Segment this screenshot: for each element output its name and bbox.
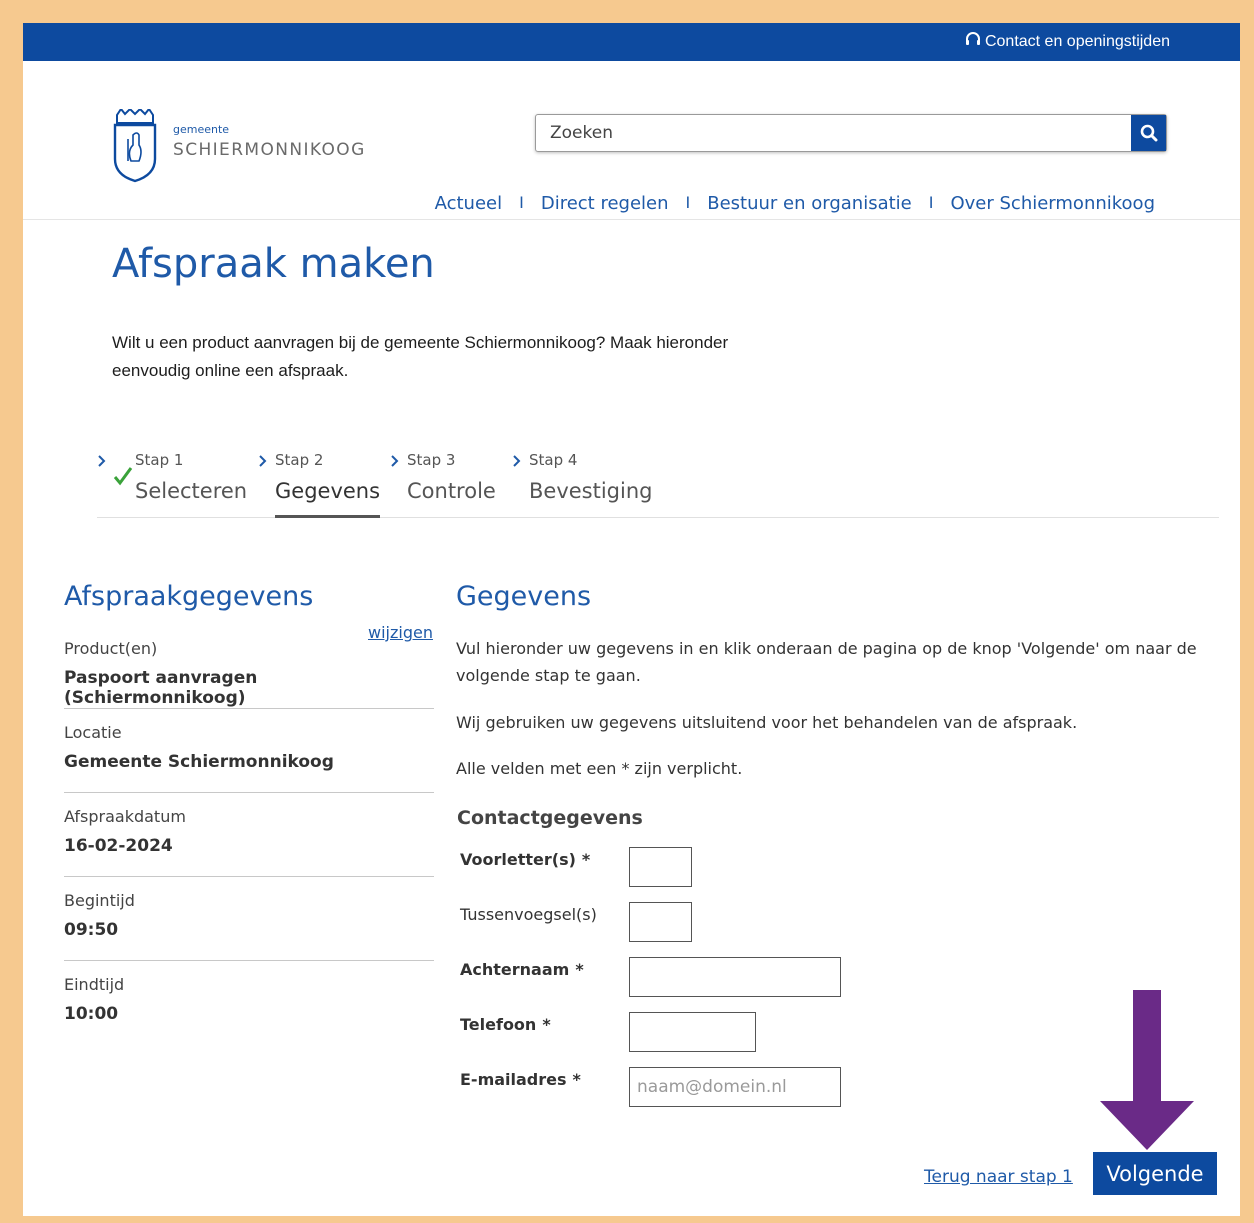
nav-item-actueel[interactable]: Actueel [435, 193, 503, 214]
required-note: Alle velden met een * zijn verplicht. [456, 759, 743, 778]
voorletters-input[interactable] [629, 847, 692, 887]
required-marker: * [575, 960, 584, 979]
chevron-right-icon [259, 455, 267, 467]
email-label: E-mailadres * [460, 1070, 581, 1089]
step-1[interactable]: Stap 1 Selecteren [97, 451, 247, 517]
step-3-label: Controle [407, 479, 496, 503]
divider [64, 960, 434, 961]
summary-item-eindtijd: Eindtijd 10:00 [64, 975, 434, 1024]
required-marker: * [542, 1015, 551, 1034]
step-4[interactable]: Stap 4 Bevestiging [512, 451, 672, 517]
summary-key: Afspraakdatum [64, 807, 186, 826]
step-4-number: Stap 4 [529, 451, 578, 469]
divider [64, 876, 434, 877]
logo-small-text: gemeente [173, 123, 230, 136]
nav-item-bestuur[interactable]: Bestuur en organisatie [707, 193, 912, 214]
step-2[interactable]: Stap 2 Gegevens [258, 451, 381, 518]
field-label-text: Telefoon [460, 1015, 537, 1034]
step-3[interactable]: Stap 3 Controle [390, 451, 500, 517]
top-bar: Contact en openingstijden [23, 23, 1240, 61]
form-instructions: Vul hieronder uw gegevens in en klik ond… [456, 639, 1197, 685]
summary-title: Afspraakgegevens [64, 581, 314, 612]
summary-value: 09:50 [64, 920, 119, 940]
site-logo[interactable]: gemeente SCHIERMONNIKOOG [111, 109, 371, 185]
arrow-down-icon [1100, 990, 1194, 1150]
field-label-text: Tussenvoegsel(s) [460, 905, 597, 924]
field-label-text: E-mailadres [460, 1070, 567, 1089]
email-input[interactable] [629, 1067, 841, 1107]
summary-value: 16-02-2024 [64, 836, 173, 856]
headset-icon [965, 32, 981, 52]
summary-item-product: Product(en) Paspoort aanvragen (Schiermo… [64, 639, 434, 709]
form-panel: Gegevens [456, 581, 1226, 612]
summary-value: 10:00 [64, 1004, 119, 1024]
divider [64, 792, 434, 793]
required-marker: * [581, 850, 591, 869]
search-button[interactable] [1131, 115, 1166, 151]
logo-big-text: SCHIERMONNIKOOG [173, 140, 366, 160]
search-icon [1140, 124, 1157, 142]
achternaam-label: Achternaam * [460, 960, 584, 979]
step-2-label: Gegevens [275, 479, 381, 503]
site-header: gemeente SCHIERMONNIKOOG Actueel I Direc… [23, 61, 1240, 220]
summary-key: Product(en) [64, 639, 158, 658]
required-marker: * [572, 1070, 581, 1089]
telefoon-input[interactable] [629, 1012, 756, 1052]
nav-separator: I [685, 193, 691, 212]
page-intro: Wilt u een product aanvragen bij de geme… [112, 333, 729, 380]
summary-panel: Afspraakgegevens [64, 581, 434, 612]
search-input[interactable] [536, 115, 1131, 151]
tussenvoegsels-input[interactable] [629, 902, 692, 942]
active-step-underline [275, 515, 380, 518]
field-label-text: Achternaam [460, 960, 570, 979]
search-box [535, 114, 1167, 152]
field-label-text: Voorletter(s) [460, 850, 576, 869]
summary-item-begintijd: Begintijd 09:50 [64, 891, 434, 961]
privacy-note: Wij gebruiken uw gegevens uitsluitend vo… [456, 713, 1078, 732]
nav-item-direct-regelen[interactable]: Direct regelen [541, 193, 669, 214]
voorletters-label: Voorletter(s) * [460, 850, 590, 869]
achternaam-input[interactable] [629, 957, 841, 997]
contact-link[interactable]: Contact en openingstijden [965, 32, 1170, 52]
step-4-label: Bevestiging [529, 479, 653, 503]
step-indicator: Stap 1 Selecteren Stap 2 Gegevens Stap 3… [97, 451, 1219, 518]
nav-item-over[interactable]: Over Schiermonnikoog [950, 193, 1155, 214]
checkmark-icon [113, 467, 133, 486]
form-title: Gegevens [456, 581, 592, 612]
coat-of-arms-icon [113, 109, 157, 183]
nav-separator: I [519, 193, 524, 212]
nav-separator: I [928, 193, 934, 212]
summary-key: Begintijd [64, 891, 135, 910]
step-2-number: Stap 2 [275, 451, 324, 469]
tussenvoegsels-label: Tussenvoegsel(s) [460, 905, 597, 924]
telefoon-label: Telefoon * [460, 1015, 551, 1034]
summary-value: Gemeente Schiermonnikoog [64, 752, 334, 772]
summary-item-locatie: Locatie Gemeente Schiermonnikoog [64, 723, 434, 793]
step-1-number: Stap 1 [135, 451, 184, 469]
main-nav: Actueel I Direct regelen I Bestuur en or… [435, 193, 1155, 214]
summary-value: Paspoort aanvragen (Schiermonnikoog) [64, 668, 258, 708]
summary-item-datum: Afspraakdatum 16-02-2024 [64, 807, 434, 877]
chevron-right-icon [98, 455, 106, 467]
contact-label: Contact en openingstijden [984, 33, 1170, 50]
next-button[interactable]: Volgende [1093, 1152, 1217, 1195]
chevron-right-icon [513, 455, 521, 467]
step-3-number: Stap 3 [407, 451, 456, 469]
step-1-label: Selecteren [135, 479, 248, 503]
page-frame: Contact en openingstijden gemeente SCHIE… [23, 23, 1240, 1216]
summary-key: Eindtijd [64, 975, 125, 994]
page-title: Afspraak maken [112, 241, 435, 287]
back-link[interactable]: Terug naar stap 1 [924, 1167, 1073, 1187]
summary-key: Locatie [64, 723, 122, 742]
divider [64, 708, 434, 709]
chevron-right-icon [391, 455, 399, 467]
contact-section-title: Contactgegevens [457, 807, 643, 829]
